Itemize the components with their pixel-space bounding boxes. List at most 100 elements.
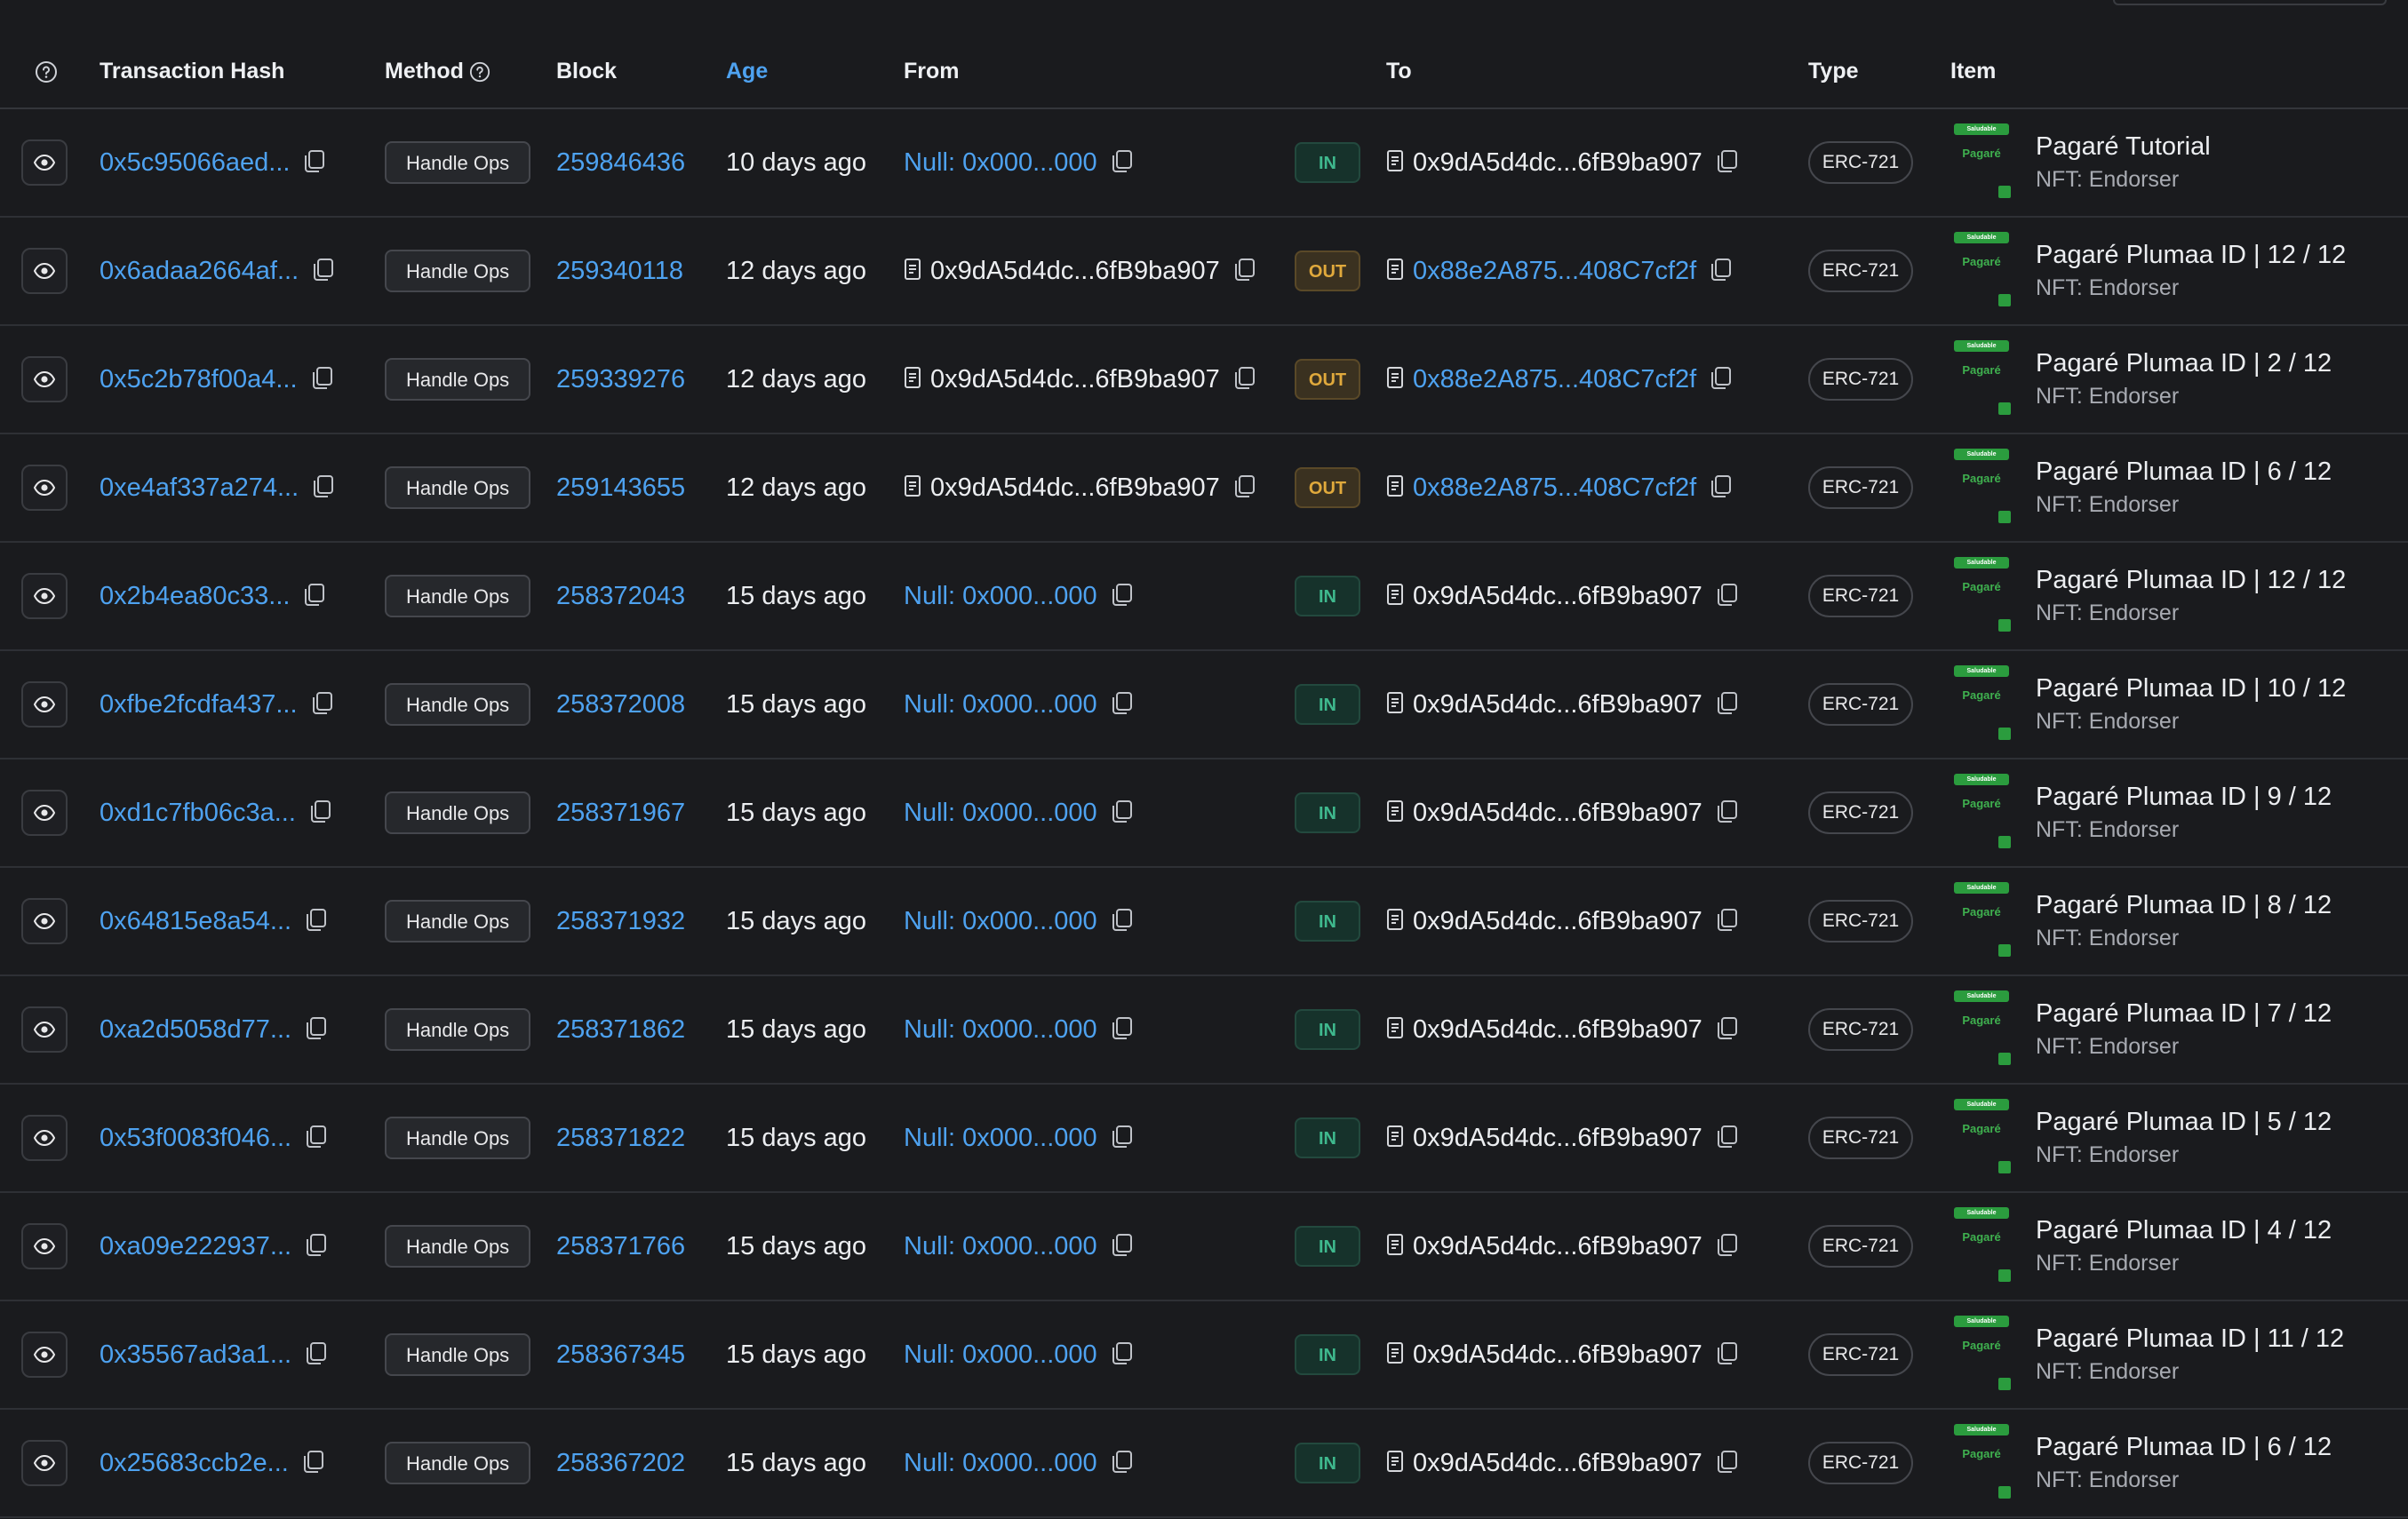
nft-item[interactable]: Saludable Pagaré Pagaré Plumaa ID | 10 /… [1950,665,2408,744]
copy-icon[interactable] [304,1016,329,1043]
transaction-hash-link[interactable]: 0xa2d5058d77... [100,1015,291,1045]
copy-icon[interactable] [302,149,327,176]
nft-item[interactable]: Saludable Pagaré Pagaré Plumaa ID | 12 /… [1950,232,2408,310]
view-details-button[interactable] [21,1223,68,1269]
nft-item[interactable]: Saludable Pagaré Pagaré Plumaa ID | 8 / … [1950,882,2408,960]
block-link[interactable]: 259339276 [556,365,685,394]
copy-icon[interactable] [304,908,329,934]
to-address-text[interactable]: 0x9dA5d4dc...6fB9ba907 [1413,1232,1702,1261]
copy-icon[interactable] [1715,149,1740,176]
from-address-text[interactable]: 0x9dA5d4dc...6fB9ba907 [930,365,1220,394]
copy-icon[interactable] [1232,258,1257,284]
view-details-button[interactable] [21,898,68,944]
transaction-hash-link[interactable]: 0x6adaa2664af... [100,257,299,286]
view-details-button[interactable] [21,139,68,186]
view-details-button[interactable] [21,1332,68,1378]
copy-icon[interactable] [310,691,335,718]
transaction-hash-link[interactable]: 0xd1c7fb06c3a... [100,799,296,828]
copy-icon[interactable] [1232,366,1257,393]
to-address-text[interactable]: 0x9dA5d4dc...6fB9ba907 [1413,1124,1702,1153]
copy-icon[interactable] [1715,1341,1740,1368]
top-right-control[interactable] [2113,0,2387,5]
from-address-text[interactable]: Null: 0x000...000 [904,148,1097,178]
to-address-text[interactable]: 0x9dA5d4dc...6fB9ba907 [1413,1340,1702,1370]
copy-icon[interactable] [311,474,336,501]
to-address-text[interactable]: 0x9dA5d4dc...6fB9ba907 [1413,799,1702,828]
to-address-text[interactable]: 0x9dA5d4dc...6fB9ba907 [1413,148,1702,178]
copy-icon[interactable] [1110,1341,1135,1368]
transaction-hash-link[interactable]: 0x64815e8a54... [100,907,291,936]
copy-icon[interactable] [1110,1450,1135,1476]
from-address-text[interactable]: Null: 0x000...000 [904,1449,1097,1478]
view-details-button[interactable] [21,1006,68,1053]
view-details-button[interactable] [21,790,68,836]
copy-icon[interactable] [1110,1233,1135,1260]
from-address-text[interactable]: Null: 0x000...000 [904,1340,1097,1370]
view-details-button[interactable] [21,573,68,619]
block-link[interactable]: 258371967 [556,799,685,827]
to-address-text[interactable]: 0x88e2A875...408C7cf2f [1413,365,1696,394]
from-address-text[interactable]: Null: 0x000...000 [904,582,1097,611]
copy-icon[interactable] [1709,258,1734,284]
block-link[interactable]: 258367202 [556,1449,685,1477]
nft-item[interactable]: Saludable Pagaré Pagaré Plumaa ID | 9 / … [1950,774,2408,852]
block-link[interactable]: 259340118 [556,257,683,285]
nft-item[interactable]: Saludable Pagaré Pagaré Plumaa ID | 6 / … [1950,1424,2408,1502]
block-link[interactable]: 259143655 [556,473,685,502]
from-address-text[interactable]: Null: 0x000...000 [904,690,1097,720]
help-circle-icon[interactable] [34,60,59,84]
copy-icon[interactable] [308,799,333,826]
copy-icon[interactable] [1110,149,1135,176]
nft-item[interactable]: Saludable Pagaré Pagaré Plumaa ID | 11 /… [1950,1316,2408,1394]
copy-icon[interactable] [1709,474,1734,501]
copy-icon[interactable] [1110,1125,1135,1151]
view-details-button[interactable] [21,356,68,402]
transaction-hash-link[interactable]: 0x5c95066aed... [100,148,290,178]
copy-icon[interactable] [1715,1233,1740,1260]
copy-icon[interactable] [1110,1016,1135,1043]
copy-icon[interactable] [1715,1016,1740,1043]
view-details-button[interactable] [21,248,68,294]
transaction-hash-link[interactable]: 0x53f0083f046... [100,1124,291,1153]
method-help-icon[interactable] [469,61,490,83]
copy-icon[interactable] [1110,691,1135,718]
view-details-button[interactable] [21,681,68,728]
from-address-text[interactable]: Null: 0x000...000 [904,907,1097,936]
to-address-text[interactable]: 0x88e2A875...408C7cf2f [1413,257,1696,286]
copy-icon[interactable] [1110,583,1135,609]
transaction-hash-link[interactable]: 0x25683ccb2e... [100,1449,289,1478]
copy-icon[interactable] [304,1233,329,1260]
copy-icon[interactable] [302,583,327,609]
nft-item[interactable]: Saludable Pagaré Pagaré Tutorial NFT: En… [1950,123,2408,202]
from-address-text[interactable]: Null: 0x000...000 [904,1015,1097,1045]
copy-icon[interactable] [1110,908,1135,934]
copy-icon[interactable] [1232,474,1257,501]
to-address-text[interactable]: 0x9dA5d4dc...6fB9ba907 [1413,582,1702,611]
to-address-text[interactable]: 0x9dA5d4dc...6fB9ba907 [1413,1015,1702,1045]
block-link[interactable]: 258371862 [556,1015,685,1044]
block-link[interactable]: 258371822 [556,1124,685,1152]
copy-icon[interactable] [311,258,336,284]
copy-icon[interactable] [1715,583,1740,609]
transaction-hash-link[interactable]: 0x2b4ea80c33... [100,582,290,611]
block-link[interactable]: 258367345 [556,1340,685,1369]
copy-icon[interactable] [1715,1125,1740,1151]
block-link[interactable]: 259846436 [556,148,685,177]
from-address-text[interactable]: 0x9dA5d4dc...6fB9ba907 [930,473,1220,503]
block-link[interactable]: 258371766 [556,1232,685,1261]
copy-icon[interactable] [1110,799,1135,826]
transaction-hash-link[interactable]: 0x5c2b78f00a4... [100,365,298,394]
copy-icon[interactable] [1715,908,1740,934]
block-link[interactable]: 258372043 [556,582,685,610]
nft-item[interactable]: Saludable Pagaré Pagaré Plumaa ID | 5 / … [1950,1099,2408,1177]
nft-item[interactable]: Saludable Pagaré Pagaré Plumaa ID | 12 /… [1950,557,2408,635]
block-link[interactable]: 258371932 [556,907,685,935]
nft-item[interactable]: Saludable Pagaré Pagaré Plumaa ID | 4 / … [1950,1207,2408,1285]
header-help[interactable] [0,36,100,109]
copy-icon[interactable] [304,1341,329,1368]
from-address-text[interactable]: 0x9dA5d4dc...6fB9ba907 [930,257,1220,286]
copy-icon[interactable] [304,1125,329,1151]
copy-icon[interactable] [310,366,335,393]
block-link[interactable]: 258372008 [556,690,685,719]
view-details-button[interactable] [21,465,68,511]
